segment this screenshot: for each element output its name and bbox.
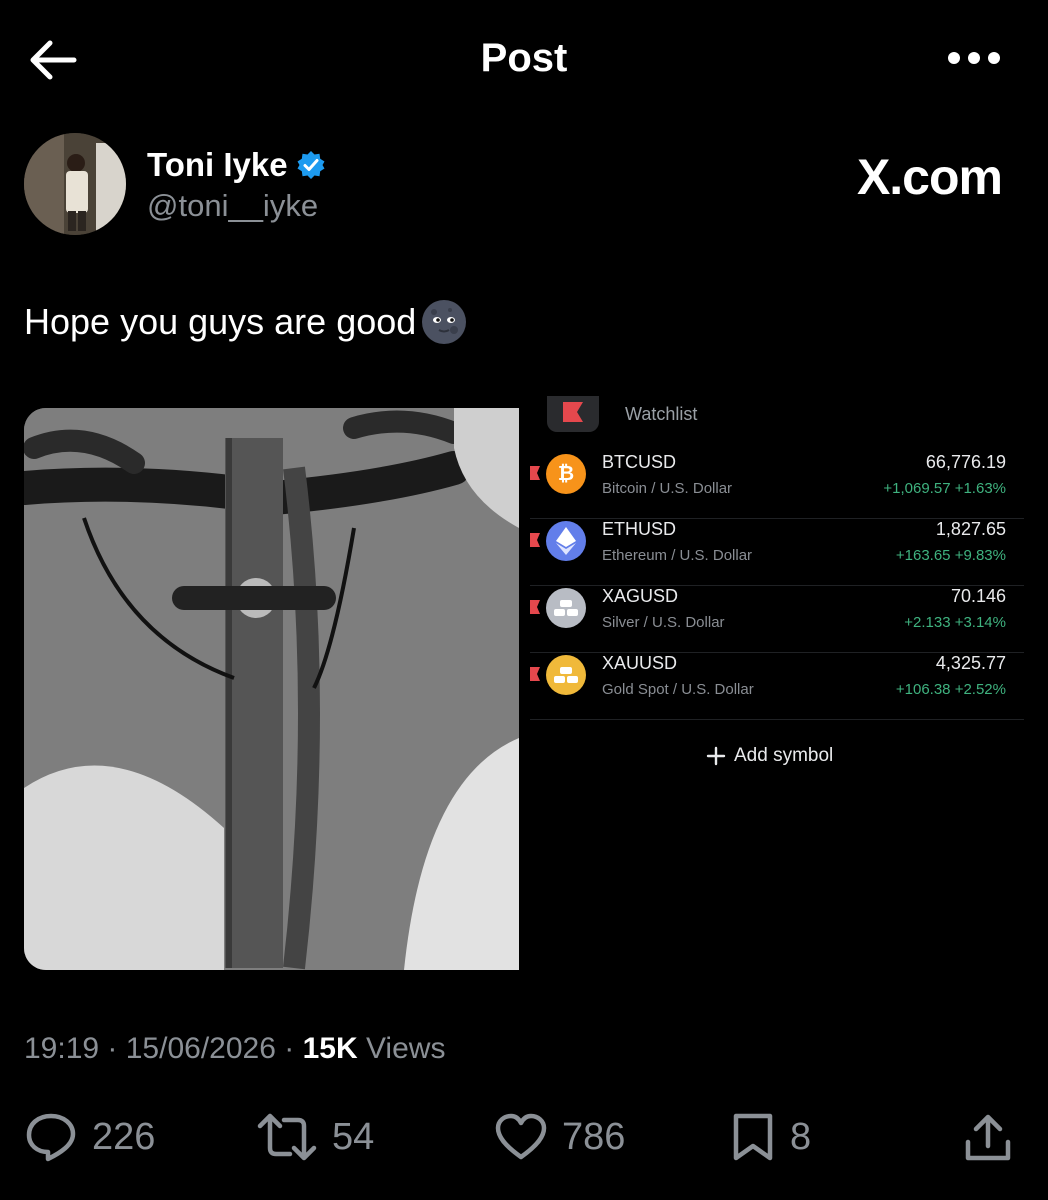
silver-bars-icon [546,588,586,628]
watchlist-row-xagusd[interactable]: XAGUSD Silver / U.S. Dollar 70.146 +2.13… [530,586,1024,653]
like-count: 786 [562,1115,626,1158]
bicycle-handlebar-image [24,408,519,970]
new-moon-face-emoji-icon [422,300,467,344]
red-flag-icon [530,533,540,547]
reply-icon [26,1113,76,1162]
more-options-icon[interactable] [946,46,1002,70]
post-text: Hope you guys are good [24,298,468,346]
avatar-photo [24,133,126,235]
price: 1,827.65 [935,519,1006,539]
red-flag-icon [530,600,540,614]
watchlist-row-xauusd[interactable]: XAUUSD Gold Spot / U.S. Dollar 4,325.77 … [530,653,1024,720]
symbol-description: Gold Spot / U.S. Dollar [602,681,754,698]
brand-watermark: X.com [856,149,1003,205]
separator-dot: · [284,1032,303,1065]
avatar[interactable] [24,133,126,235]
author-name-text: Toni Iyke [147,146,288,183]
red-flag-icon [530,667,540,681]
watchlist-row-btcusd[interactable]: ₿ BTCUSD Bitcoin / U.S. Dollar 66,776.19… [530,452,1024,519]
price-change: +163.65 +9.83% [895,547,1006,564]
add-symbol-button[interactable]: Add symbol [706,745,833,767]
author-handle[interactable]: @toni__iyke [147,188,318,224]
symbol-description: Ethereum / U.S. Dollar [602,547,753,564]
reply-button[interactable]: 226 [24,1112,155,1162]
add-symbol-label: Add symbol [734,745,834,766]
price: 4,325.77 [935,653,1006,673]
post-meta: 19:19 · 15/06/2026 · 15K Views [24,1032,445,1066]
price-change: +106.38 +2.52% [895,681,1006,698]
price: 66,776.19 [925,452,1006,472]
reply-count: 226 [92,1115,156,1158]
symbol: XAUUSD [602,653,678,673]
symbol: BTCUSD [602,452,677,472]
separator-dot: · [107,1032,126,1065]
post-media-bicycle-photo[interactable] [24,408,519,970]
symbol: XAGUSD [602,586,679,606]
share-button[interactable] [962,1112,1014,1164]
page-title: Post [480,36,568,80]
watchlist-flag-badge [547,396,599,432]
red-flag-icon [563,402,583,422]
price-change: +1,069.57 +1.63% [883,480,1006,497]
views-count: 15K [302,1032,358,1065]
symbol-description: Bitcoin / U.S. Dollar [602,480,733,497]
bookmark-icon [733,1113,773,1161]
plus-icon [706,746,726,766]
bookmark-count: 8 [790,1115,812,1158]
post-time: 19:19 [24,1032,100,1065]
like-button[interactable]: 786 [494,1112,625,1162]
price: 70.146 [950,586,1006,606]
verified-badge-icon [297,151,325,179]
bitcoin-icon: ₿ [546,454,586,494]
share-icon [965,1114,1011,1161]
watchlist-title: Watchlist [625,404,698,424]
red-flag-icon [530,466,540,480]
repost-button[interactable]: 54 [256,1112,374,1162]
price-change: +2.133 +3.14% [904,614,1006,631]
author-name[interactable]: Toni Iyke [147,146,326,184]
repost-count: 54 [332,1115,375,1158]
repost-icon [257,1113,317,1161]
bookmark-button[interactable]: 8 [730,1112,811,1162]
heart-icon [495,1113,547,1160]
views-label: Views [365,1032,446,1065]
post-text-content: Hope you guys are good [24,301,417,342]
post-date: 15/06/2026 [125,1032,276,1065]
ethereum-icon [546,521,586,561]
symbol: ETHUSD [602,519,677,539]
watchlist-row-ethusd[interactable]: ETHUSD Ethereum / U.S. Dollar 1,827.65 +… [530,519,1024,586]
gold-bars-icon [546,655,586,695]
symbol-description: Silver / U.S. Dollar [602,614,725,631]
